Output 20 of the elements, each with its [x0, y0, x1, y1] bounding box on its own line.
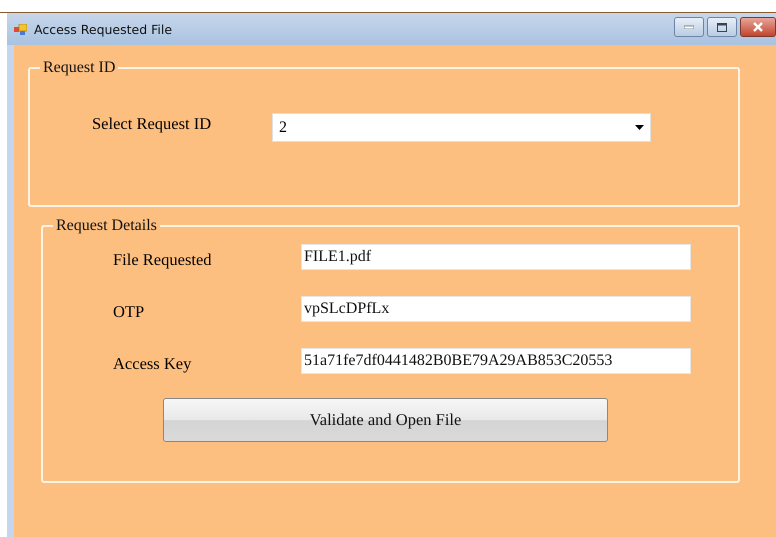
group-title: Request ID: [40, 59, 118, 77]
field-label: Access Key: [113, 353, 192, 374]
minimize-button[interactable]: [674, 17, 704, 37]
app-icon: [14, 24, 27, 34]
input-field[interactable]: vpSLcDPfLx: [301, 296, 691, 322]
window-title: Access Requested File: [34, 22, 172, 36]
minimize-icon: [684, 25, 694, 29]
close-button[interactable]: [740, 17, 776, 37]
input-field[interactable]: 51a71fe7df0441482B0BE79A29AB853C20553: [301, 348, 691, 374]
close-icon: [752, 22, 764, 32]
field-label: File Requested: [113, 249, 213, 270]
input-field[interactable]: FILE1.pdf: [301, 244, 691, 270]
field-label: OTP: [113, 301, 146, 322]
group-title: Request Details: [53, 217, 160, 235]
maximize-button[interactable]: [707, 17, 737, 37]
field-label: Select Request ID: [92, 114, 212, 134]
maximize-icon: [717, 22, 727, 32]
validate-button[interactable]: Validate and Open File: [163, 398, 608, 442]
request-id-dropdown[interactable]: 2: [272, 113, 651, 142]
caret-icon: [635, 125, 644, 130]
